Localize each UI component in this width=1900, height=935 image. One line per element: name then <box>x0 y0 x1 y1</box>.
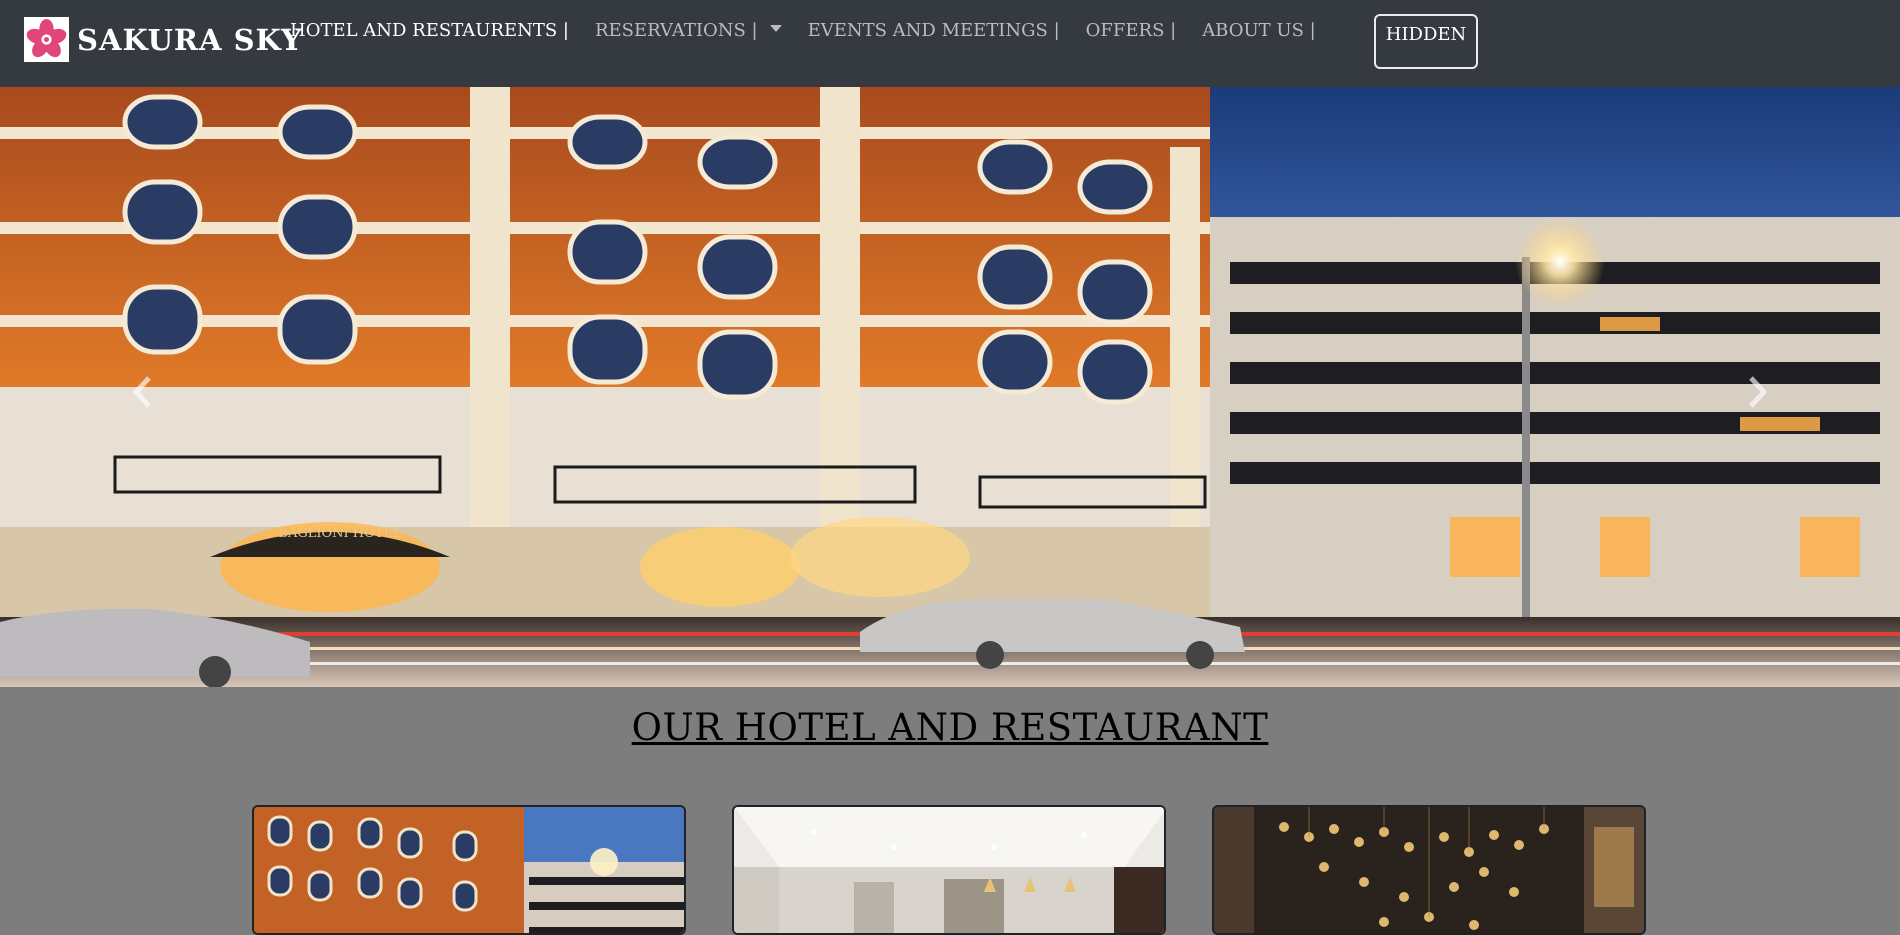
nav-link-hotel-and-restaurents[interactable]: HOTEL AND RESTAURENTS | <box>290 20 569 41</box>
nav-link-about-us[interactable]: ABOUT US | <box>1202 20 1316 41</box>
nav-link-label: HOTEL AND RESTAURENTS | <box>290 20 569 41</box>
nav-link-label: RESERVATIONS | <box>594 20 758 41</box>
chevron-left-icon <box>132 376 151 408</box>
chevron-right-icon <box>1749 376 1768 408</box>
carousel-prev-button[interactable] <box>117 367 167 417</box>
nav-link-label: ABOUT US | <box>1202 20 1316 41</box>
brand[interactable]: SAKURA SKY <box>24 17 303 62</box>
restaurant-chandelier-image <box>1214 807 1644 933</box>
hero-carousel: BAGLIONI HOTEL <box>0 87 1900 687</box>
hotel-exterior-image <box>254 807 684 933</box>
lounge-card[interactable] <box>732 805 1166 935</box>
nav-link-events-and-meetings[interactable]: EVENTS AND MEETINGS | <box>808 20 1060 41</box>
hotel-sign: BAGLIONI HOTEL <box>278 526 402 541</box>
brand-name: SAKURA SKY <box>77 22 303 57</box>
sakura-flower-icon <box>24 17 69 62</box>
hotel-exterior-photo: BAGLIONI HOTEL <box>0 87 1900 687</box>
navbar: SAKURA SKY HOTEL AND RESTAURENTS | RESER… <box>0 0 1900 87</box>
chevron-down-icon <box>769 25 782 32</box>
nav-link-offers[interactable]: OFFERS | <box>1086 20 1177 41</box>
main-nav: HOTEL AND RESTAURENTS | RESERVATIONS | E… <box>290 20 1342 41</box>
nav-link-label: OFFERS | <box>1085 20 1177 41</box>
carousel-next-button[interactable] <box>1733 367 1783 417</box>
hotel-card[interactable] <box>252 805 686 935</box>
section-title: OUR HOTEL AND RESTAURANT <box>631 706 1269 749</box>
nav-link-reservations[interactable]: RESERVATIONS | <box>595 20 782 41</box>
hidden-button[interactable]: HIDDEN <box>1374 14 1478 69</box>
hotel-interior-lounge-image <box>734 807 1164 933</box>
nav-link-label: EVENTS AND MEETINGS | <box>807 20 1060 41</box>
restaurant-card[interactable] <box>1212 805 1646 935</box>
